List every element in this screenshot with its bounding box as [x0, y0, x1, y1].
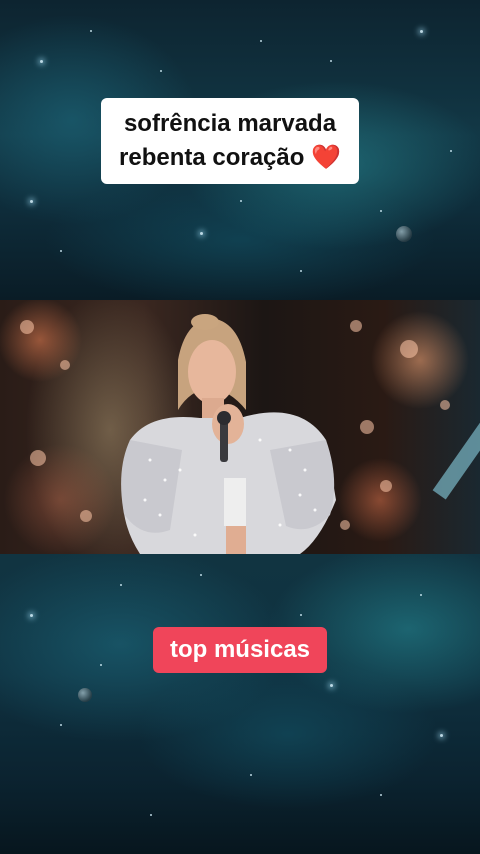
- singer-figure: [121, 314, 336, 554]
- overlay-caption: sofrência marvada rebenta coração ❤️: [101, 98, 359, 184]
- caption-line-2-text: rebenta coração: [119, 144, 305, 171]
- star: [40, 60, 43, 63]
- star: [30, 614, 33, 617]
- star: [440, 734, 443, 737]
- star: [120, 584, 122, 586]
- planet: [396, 226, 412, 242]
- star: [60, 250, 62, 252]
- space-background-bottom: [0, 554, 480, 854]
- star: [420, 594, 422, 596]
- star: [380, 794, 382, 796]
- star: [300, 270, 302, 272]
- star: [330, 684, 333, 687]
- star: [100, 664, 102, 666]
- star: [240, 200, 242, 202]
- performance-video-frame[interactable]: [0, 300, 480, 554]
- planet: [78, 688, 92, 702]
- caption-line-2: rebenta coração ❤️: [101, 141, 359, 175]
- top-musicas-badge[interactable]: top músicas: [153, 627, 327, 673]
- star: [420, 30, 423, 33]
- star: [200, 574, 202, 576]
- caption-line-1: sofrência marvada: [123, 110, 337, 137]
- star: [450, 150, 452, 152]
- star: [260, 40, 262, 42]
- heart-icon: ❤️: [311, 144, 341, 171]
- star: [90, 30, 92, 32]
- star: [250, 774, 252, 776]
- star: [330, 60, 332, 62]
- star: [200, 232, 203, 235]
- star: [160, 70, 162, 72]
- star: [60, 724, 62, 726]
- star: [300, 614, 302, 616]
- star: [30, 200, 33, 203]
- star: [150, 814, 152, 816]
- star: [380, 210, 382, 212]
